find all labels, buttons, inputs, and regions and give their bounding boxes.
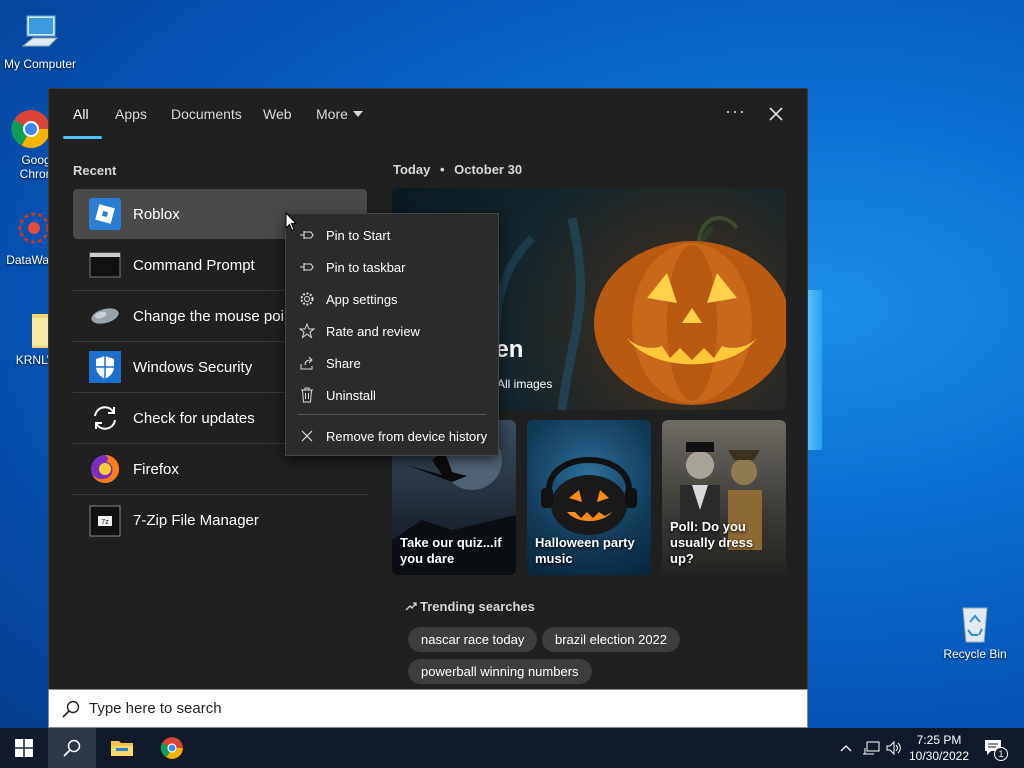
search-icon bbox=[63, 739, 81, 757]
tab-documents[interactable]: Documents bbox=[171, 106, 242, 122]
tab-apps[interactable]: Apps bbox=[115, 106, 147, 122]
recent-heading: Recent bbox=[73, 163, 117, 178]
tab-all[interactable]: All bbox=[73, 106, 89, 122]
card-party-music[interactable]: Halloween party music bbox=[527, 420, 651, 575]
svg-text:7z: 7z bbox=[101, 519, 109, 526]
taskbar-file-explorer[interactable] bbox=[98, 728, 146, 768]
recycle-bin-icon bbox=[954, 602, 996, 644]
network-button[interactable] bbox=[860, 728, 882, 768]
mouse-icon bbox=[89, 300, 121, 332]
sync-icon bbox=[89, 402, 121, 434]
recent-item-label: Command Prompt bbox=[133, 256, 255, 274]
network-icon bbox=[863, 741, 880, 755]
desktop-icon-my-computer[interactable]: My Computer bbox=[2, 12, 78, 71]
search-input[interactable] bbox=[89, 700, 689, 717]
recent-item-label: Change the mouse pointer bbox=[133, 307, 287, 325]
desktop-icon-label: My Computer bbox=[3, 57, 77, 71]
recent-item-label: Roblox bbox=[133, 205, 180, 223]
pin-icon bbox=[298, 226, 316, 244]
folder-icon bbox=[111, 741, 133, 756]
more-options-icon[interactable]: ··· bbox=[725, 101, 746, 122]
action-center-button[interactable]: 1 bbox=[980, 728, 1008, 768]
recent-item-label: Check for updates bbox=[133, 409, 255, 427]
menu-item-uninstall[interactable]: Uninstall bbox=[286, 379, 498, 411]
recent-item-7zip[interactable]: 7z 7-Zip File Manager bbox=[73, 495, 367, 546]
menu-item-remove-from-history[interactable]: Remove from device history bbox=[286, 420, 498, 452]
close-icon bbox=[298, 427, 316, 445]
notification-count-badge: 1 bbox=[994, 747, 1008, 761]
active-tab-indicator bbox=[63, 136, 102, 139]
taskbar-clock[interactable]: 7:25 PM 10/30/2022 bbox=[906, 732, 972, 764]
recent-item-label: Windows Security bbox=[133, 358, 253, 376]
search-icon bbox=[61, 699, 81, 719]
hero-subtitle[interactable]: All images bbox=[497, 377, 552, 391]
menu-item-pin-to-taskbar[interactable]: Pin to taskbar bbox=[286, 251, 498, 283]
wallpaper-window-logo bbox=[808, 290, 822, 450]
pin-icon bbox=[298, 258, 316, 276]
taskbar-search-box[interactable] bbox=[48, 689, 808, 728]
search-tabs: All Apps Documents Web More ··· bbox=[49, 89, 807, 139]
desktop-icon-recycle-bin[interactable]: Recycle Bin bbox=[937, 602, 1013, 661]
show-hidden-icons-button[interactable] bbox=[836, 728, 856, 768]
folder-icon bbox=[10, 308, 52, 350]
gear-icon bbox=[298, 290, 316, 308]
card-caption: Take our quiz...if you dare bbox=[400, 535, 502, 566]
menu-item-rate-and-review[interactable]: Rate and review bbox=[286, 315, 498, 347]
menu-item-app-settings[interactable]: App settings bbox=[286, 283, 498, 315]
taskbar-chrome[interactable] bbox=[148, 728, 196, 768]
close-icon[interactable] bbox=[765, 103, 787, 125]
context-menu: Pin to Start Pin to taskbar App settings… bbox=[285, 213, 499, 456]
trending-chip[interactable]: powerball winning numbers bbox=[408, 659, 592, 684]
taskbar-search-button[interactable] bbox=[48, 728, 96, 768]
today-heading: Today • October 30 bbox=[393, 162, 523, 177]
volume-button[interactable] bbox=[884, 728, 904, 768]
command-prompt-icon bbox=[89, 249, 121, 281]
menu-item-pin-to-start[interactable]: Pin to Start bbox=[286, 219, 498, 251]
share-icon bbox=[298, 354, 316, 372]
clock-date: 10/30/2022 bbox=[908, 749, 970, 763]
card-poll[interactable]: Poll: Do you usually dress up? bbox=[662, 420, 786, 575]
menu-item-share[interactable]: Share bbox=[286, 347, 498, 379]
trash-icon bbox=[298, 386, 316, 404]
taskbar: 7:25 PM 10/30/2022 1 bbox=[0, 728, 1024, 768]
menu-separator bbox=[298, 414, 486, 415]
tab-more[interactable]: More bbox=[316, 106, 363, 122]
datawag-icon bbox=[10, 208, 52, 250]
shield-icon bbox=[89, 351, 121, 383]
computer-icon bbox=[19, 12, 61, 54]
trending-chip[interactable]: nascar race today bbox=[408, 627, 538, 652]
chevron-up-icon bbox=[840, 745, 852, 752]
firefox-icon bbox=[89, 453, 121, 485]
7zip-icon: 7z bbox=[89, 505, 121, 537]
card-caption: Halloween party music bbox=[535, 535, 635, 566]
recent-item-label: 7-Zip File Manager bbox=[133, 512, 259, 529]
chrome-icon bbox=[160, 737, 183, 759]
recent-item-label: Firefox bbox=[133, 460, 179, 478]
mouse-cursor-icon bbox=[285, 211, 298, 237]
chrome-icon bbox=[10, 108, 52, 150]
card-caption: Poll: Do you usually dress up? bbox=[670, 519, 754, 566]
speaker-icon bbox=[886, 740, 901, 756]
trending-chip[interactable]: brazil election 2022 bbox=[542, 627, 681, 652]
windows-logo-icon bbox=[15, 739, 33, 757]
trending-heading: Trending searches bbox=[405, 599, 535, 614]
start-button[interactable] bbox=[0, 728, 48, 768]
caret-down-icon bbox=[352, 111, 363, 117]
star-icon bbox=[298, 322, 316, 340]
desktop-icon-label: Recycle Bin bbox=[943, 647, 1007, 661]
roblox-icon bbox=[89, 198, 121, 230]
tab-web[interactable]: Web bbox=[263, 106, 292, 122]
clock-time: 7:25 PM bbox=[916, 733, 962, 747]
trending-arrow-icon bbox=[405, 599, 417, 614]
